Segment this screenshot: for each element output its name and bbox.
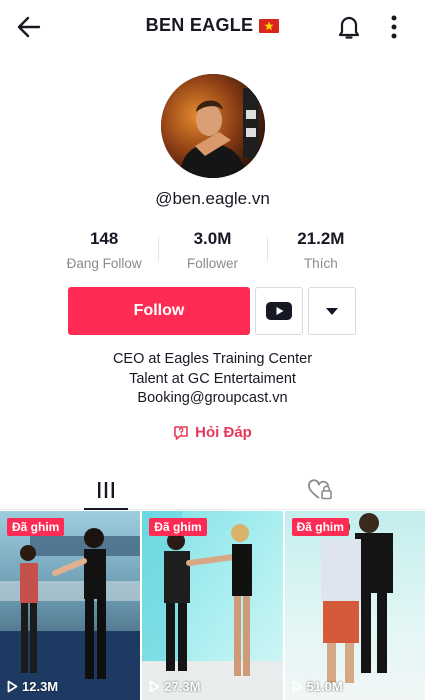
caret-down-icon: [326, 307, 338, 315]
tab-videos[interactable]: [84, 470, 128, 510]
bio-line: Booking@groupcast.vn: [137, 390, 288, 406]
likes-stat: 21.2M Thích: [266, 229, 375, 275]
likes-count: 21.2M: [297, 229, 345, 248]
qa-label: Hỏi Đáp: [195, 424, 252, 441]
video-grid: Đã ghim 12.3M Đã ghim 27.3M Đã ghim 51.0…: [0, 511, 425, 700]
question-bubble-icon: [174, 425, 188, 440]
profile-tabs: [0, 470, 425, 510]
grid-bars-icon: [98, 482, 114, 498]
username: @ben.eagle.vn: [155, 189, 270, 208]
following-stat[interactable]: 148 Đang Follow: [50, 229, 158, 275]
bio-line: Talent at GC Entertaiment: [129, 370, 296, 387]
follow-button[interactable]: Follow: [68, 287, 250, 335]
video-thumbnail[interactable]: Đã ghim 12.3M: [0, 511, 141, 700]
play-outline-icon: [149, 680, 160, 693]
bio-line: CEO at Eagles Training Center: [112, 351, 313, 367]
view-count-value: 27.3M: [164, 679, 201, 694]
active-tab-indicator: [84, 508, 128, 510]
followers-count: 3.0M: [193, 229, 232, 248]
bell-icon: [338, 16, 360, 39]
followers-stat[interactable]: 3.0M Follower: [158, 229, 266, 275]
profile-name: BEN EAGLE: [145, 15, 254, 35]
view-count: 12.3M: [7, 679, 58, 694]
view-count: 51.0M: [292, 679, 343, 694]
likes-label: Thích: [303, 256, 338, 271]
view-count-value: 12.3M: [22, 679, 59, 694]
play-outline-icon: [292, 680, 302, 693]
vietnam-flag-icon: [259, 19, 280, 33]
video-thumbnail[interactable]: Đã ghim 51.0M: [284, 511, 425, 700]
qa-link[interactable]: Hỏi Đáp: [0, 424, 425, 441]
profile-stats: 148 Đang Follow 3.0M Follower 21.2M Thíc…: [50, 229, 375, 275]
pinned-badge: Đã ghim: [291, 518, 349, 536]
suggestions-dropdown-button[interactable]: [308, 287, 356, 335]
more-options-button[interactable]: [382, 12, 406, 42]
youtube-icon: [266, 302, 292, 320]
pinned-badge: Đã ghim: [7, 518, 65, 536]
bio: CEO at Eagles Training Center Talent at …: [0, 350, 425, 409]
view-count: 27.3M: [149, 679, 200, 694]
vertical-dots-icon: [391, 15, 397, 39]
youtube-button[interactable]: [255, 287, 303, 335]
play-outline-icon: [7, 680, 18, 693]
pinned-badge: Đã ghim: [149, 518, 207, 536]
followers-label: Follower: [186, 256, 238, 271]
top-bar: BEN EAGLE: [0, 0, 425, 54]
tab-liked[interactable]: [298, 470, 342, 510]
following-count: 148: [89, 229, 119, 248]
notification-button[interactable]: [335, 12, 363, 42]
video-thumbnail[interactable]: Đã ghim 27.3M: [142, 511, 283, 700]
heart-lock-icon: [308, 479, 332, 500]
avatar[interactable]: [161, 74, 265, 178]
view-count-value: 51.0M: [306, 679, 343, 694]
following-label: Đang Follow: [66, 256, 142, 271]
